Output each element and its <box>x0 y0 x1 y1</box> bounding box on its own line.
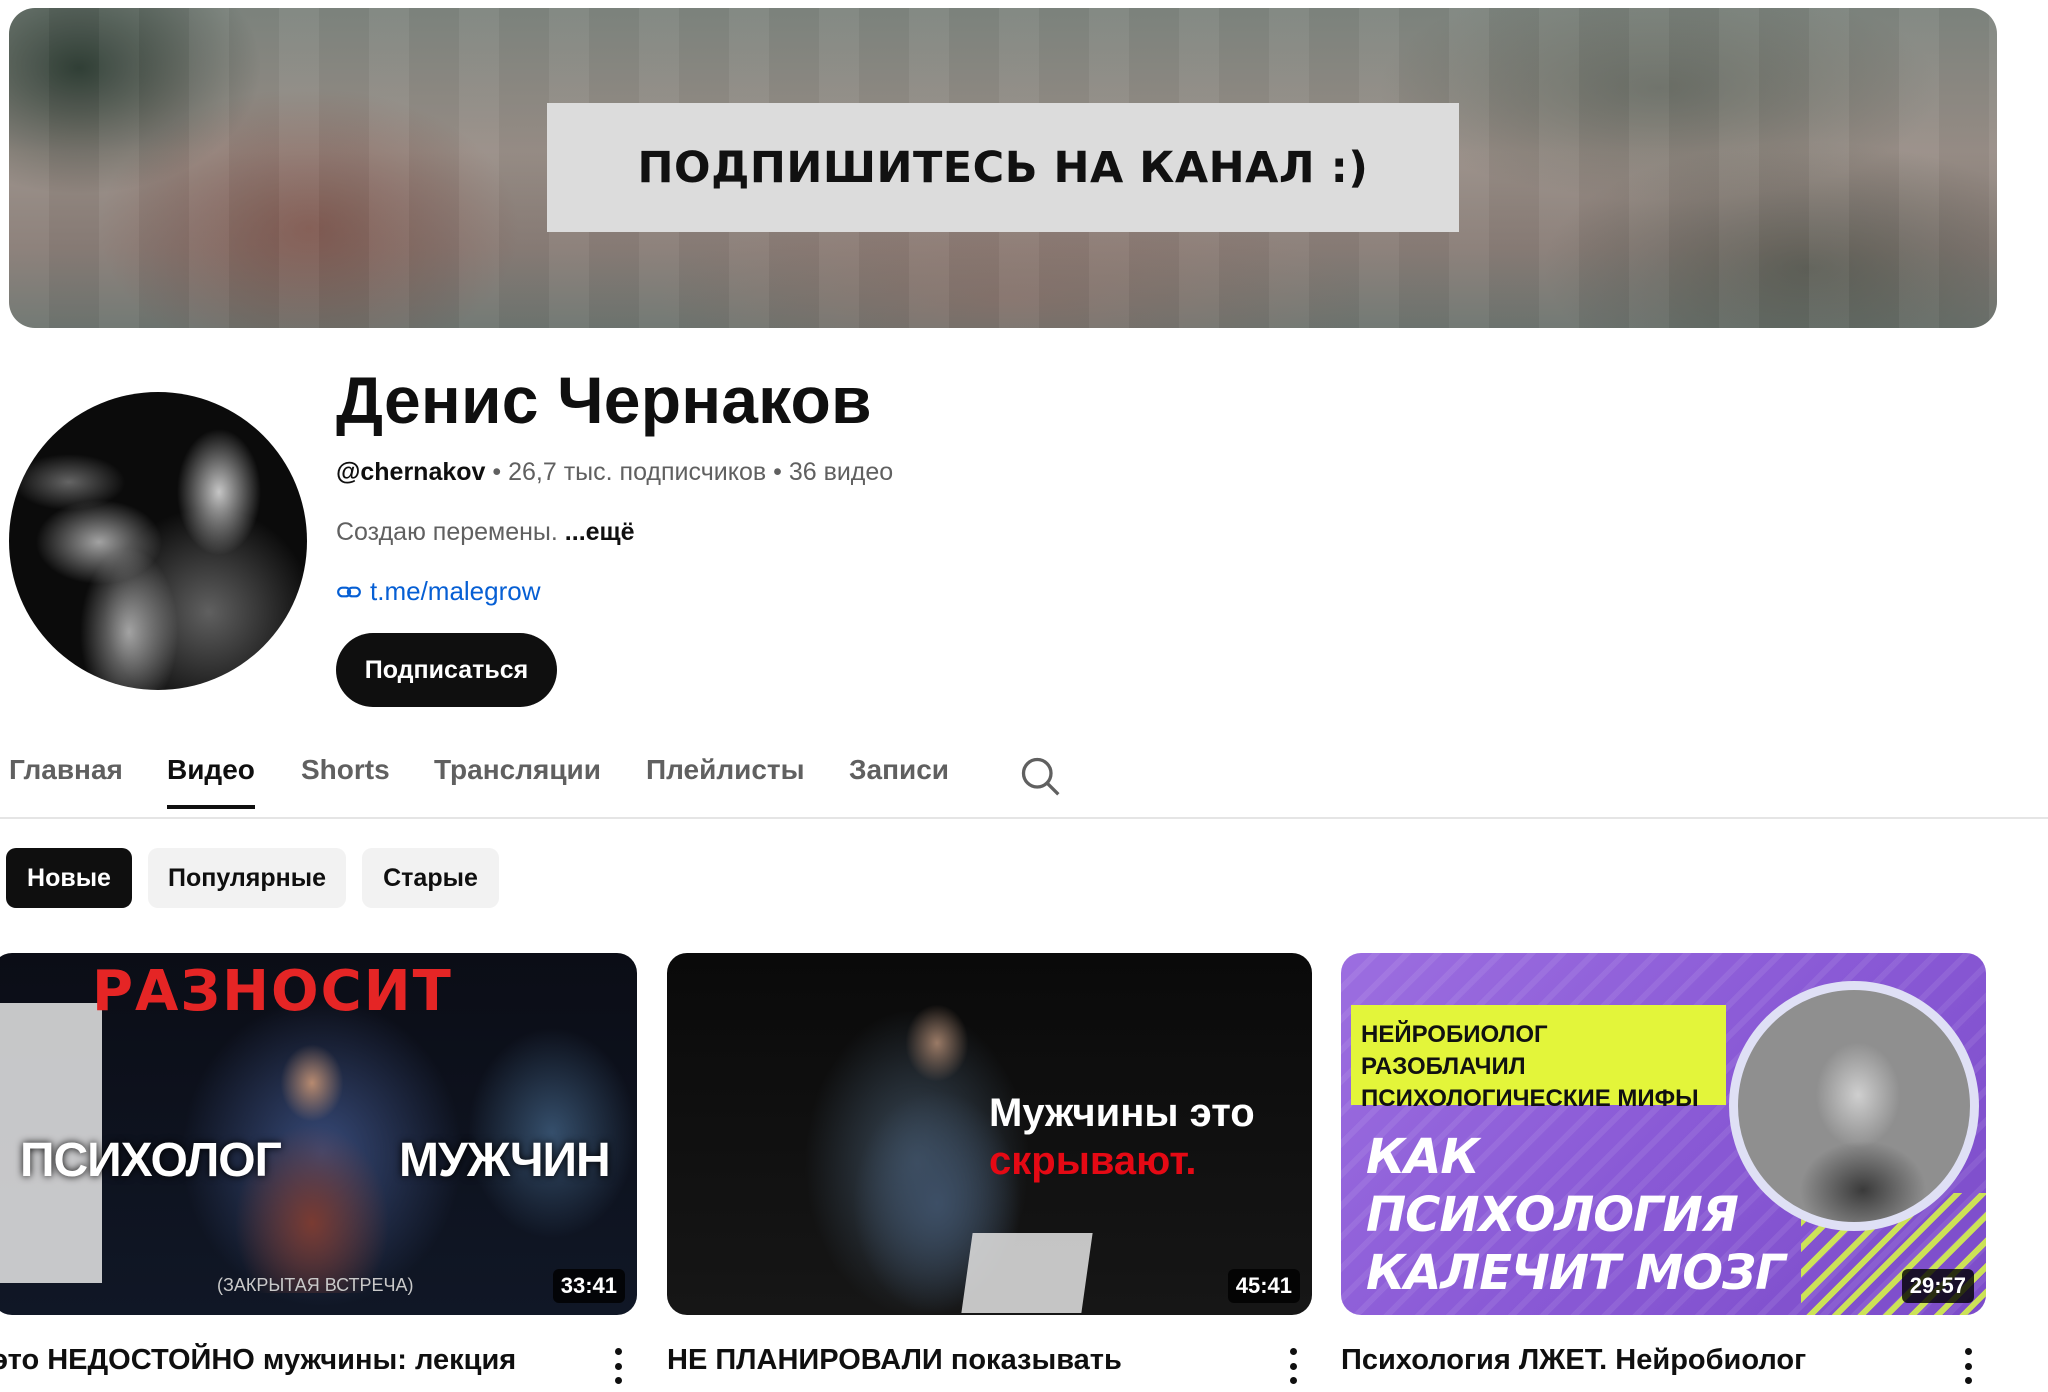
channel-meta: @chernakov • 26,7 тыс. подписчиков • 36 … <box>336 458 893 487</box>
thumbnail-text-line2: скрывают. <box>989 1139 1197 1183</box>
whiteboard <box>961 1233 1093 1313</box>
channel-description[interactable]: Создаю перемены. ...ещё <box>336 518 635 547</box>
video-title[interactable]: НЕ ПЛАНИРОВАЛИ показывать <box>667 1340 1122 1380</box>
video-thumbnail[interactable]: Мужчины это скрывают. 45:41 <box>667 953 1312 1315</box>
chip-newest[interactable]: Новые <box>6 848 132 908</box>
video-duration: 33:41 <box>552 1269 625 1303</box>
channel-banner: ПОДПИШИТЕСЬ НА КАНАЛ :) <box>9 8 1997 328</box>
video-duration: 29:57 <box>1901 1269 1974 1303</box>
channel-link-text[interactable]: t.me/malegrow <box>370 576 541 607</box>
headline-line3: КАЛЕЧИТ МОЗГ <box>1366 1245 1786 1301</box>
thumbnail-headline: КАК ПСИХОЛОГИЯ КАЛЕЧИТ МОЗГ <box>1366 1128 1786 1302</box>
thumbnail-headline: РАЗНОСИТ <box>92 959 453 1024</box>
more-vert-icon[interactable] <box>1962 1348 1974 1384</box>
headline-line2: ПСИХОЛОГИЯ <box>1366 1187 1739 1243</box>
channel-name: Денис Чернаков <box>336 363 872 437</box>
subscriber-count: 26,7 тыс. подписчиков <box>508 458 767 486</box>
thumbnail-text-line1: Мужчины это <box>989 1091 1255 1135</box>
tab-home[interactable]: Главная <box>9 754 123 806</box>
link-icon <box>337 586 361 597</box>
description-text: Создаю перемены. <box>336 518 558 546</box>
channel-link[interactable]: t.me/malegrow <box>336 576 541 607</box>
video-thumbnail[interactable]: РАЗНОСИТ ПСИХОЛОГ МУЖЧИН (ЗАКРЫТАЯ ВСТРЕ… <box>0 953 637 1315</box>
search-icon[interactable] <box>1018 754 1062 798</box>
tab-posts[interactable]: Записи <box>849 754 949 806</box>
banner-text: ПОДПИШИТЕСЬ НА КАНАЛ :) <box>637 142 1369 193</box>
tab-shorts[interactable]: Shorts <box>301 754 390 806</box>
channel-handle: @chernakov <box>336 458 486 486</box>
thumbnail-text-left: ПСИХОЛОГ <box>20 1134 282 1187</box>
more-vert-icon[interactable] <box>612 1348 624 1384</box>
more-vert-icon[interactable] <box>1287 1348 1299 1384</box>
description-more-link[interactable]: ...ещё <box>565 518 635 546</box>
headline-line1: КАК <box>1366 1129 1480 1185</box>
banner-card: ПОДПИШИТЕСЬ НА КАНАЛ :) <box>547 103 1459 232</box>
tab-videos[interactable]: Видео <box>167 754 255 809</box>
meta-separator: • <box>492 458 502 486</box>
meta-separator: • <box>773 458 782 486</box>
tab-playlists[interactable]: Плейлисты <box>646 754 805 806</box>
thumbnail-tag-line2: ПСИХОЛОГИЧЕСКИЕ МИФЫ <box>1361 1085 1699 1112</box>
channel-tabs: Главная Видео Shorts Трансляции Плейлист… <box>0 740 2048 819</box>
video-duration: 45:41 <box>1227 1269 1300 1303</box>
channel-avatar[interactable] <box>9 392 307 690</box>
video-thumbnail[interactable]: НЕЙРОБИОЛОГ РАЗОБЛАЧИЛ ПСИХОЛОГИЧЕСКИЕ М… <box>1341 953 1986 1315</box>
video-title[interactable]: это НЕДОСТОЙНО мужчины: лекция <box>0 1340 516 1380</box>
chip-popular[interactable]: Популярные <box>148 848 346 908</box>
thumbnail-tag: НЕЙРОБИОЛОГ РАЗОБЛАЧИЛ ПСИХОЛОГИЧЕСКИЕ М… <box>1351 1005 1726 1112</box>
subscribe-button[interactable]: Подписаться <box>336 633 557 707</box>
video-count: 36 видео <box>788 458 894 486</box>
chip-oldest[interactable]: Старые <box>362 848 499 908</box>
tab-live[interactable]: Трансляции <box>434 754 601 806</box>
thumbnail-tag-line1: НЕЙРОБИОЛОГ РАЗОБЛАЧИЛ <box>1361 1021 1548 1080</box>
thumbnail-text-right: МУЖЧИН <box>399 1134 611 1187</box>
video-title[interactable]: Психология ЛЖЕТ. Нейробиолог <box>1341 1340 1806 1380</box>
thumbnail-subtext: (ЗАКРЫТАЯ ВСТРЕЧА) <box>217 1275 414 1295</box>
